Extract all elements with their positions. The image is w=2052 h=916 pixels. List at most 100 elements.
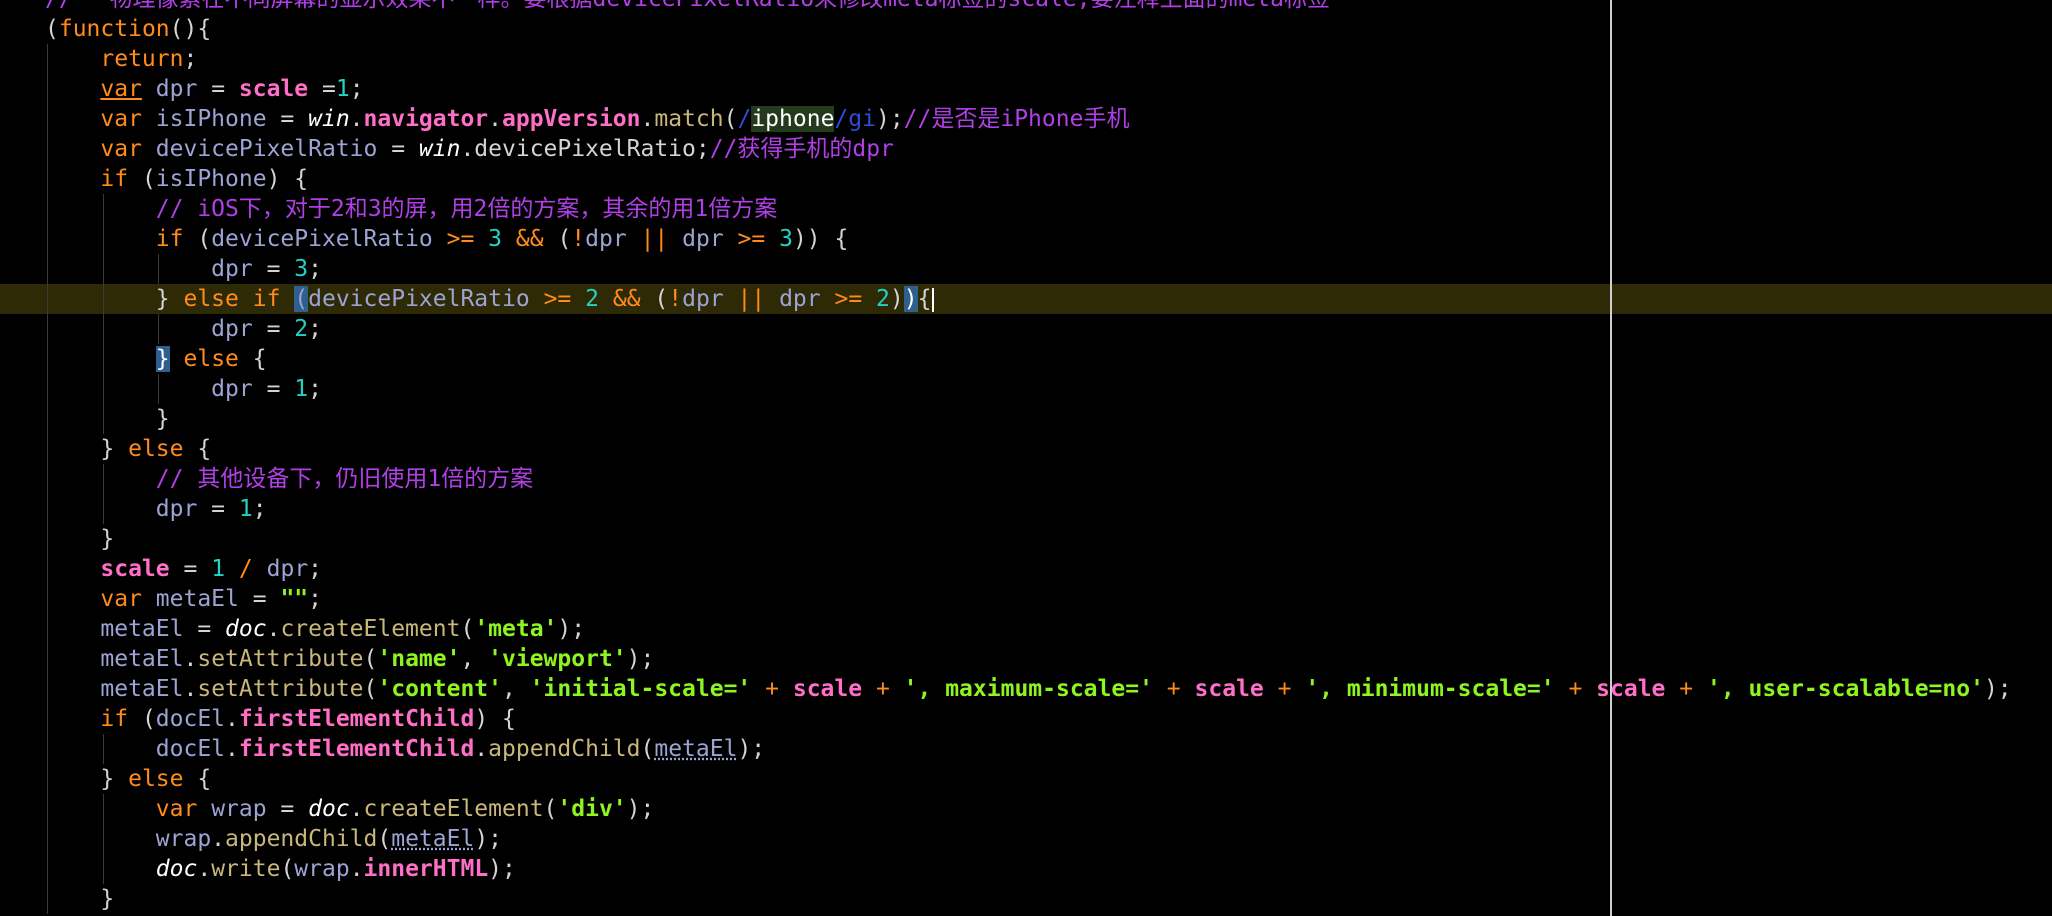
code-line[interactable]: (function(){: [0, 14, 2052, 44]
code-token: dpr: [682, 286, 724, 312]
indent-guide: [47, 44, 48, 74]
code-line[interactable]: dpr = 2;: [0, 314, 2052, 344]
code-token: }: [155, 286, 184, 312]
indentation: [45, 616, 100, 642]
indent-guide: [47, 194, 48, 224]
code-token: 'initial-scale=': [529, 676, 752, 702]
code-line[interactable]: if (devicePixelRatio >= 3 && (!dpr || dp…: [0, 224, 2052, 254]
code-token: );: [474, 826, 503, 852]
code-line[interactable]: // 一物理像素在不同屏幕的显示效果不一样。要根据devicePixelRati…: [0, 0, 2052, 14]
code-line[interactable]: if (docEl.firstElementChild) {: [0, 704, 2052, 734]
code-line[interactable]: var wrap = doc.createElement('div');: [0, 794, 2052, 824]
text-cursor: [932, 287, 935, 312]
code-token: >=: [737, 226, 766, 252]
code-token: devicePixelRatio: [211, 226, 433, 252]
indent-guide: [47, 614, 48, 644]
indentation: [45, 526, 100, 552]
code-line[interactable]: if (isIPhone) {: [0, 164, 2052, 194]
code-line[interactable]: docEl.firstElementChild.appendChild(meta…: [0, 734, 2052, 764]
code-token: 2: [585, 286, 599, 312]
code-token: ): [903, 286, 918, 312]
code-token: &&: [612, 286, 641, 312]
code-token: =: [266, 796, 309, 822]
indent-guide: [102, 254, 104, 284]
indent-guide: [158, 314, 160, 344]
code-token: !: [571, 226, 586, 252]
indent-guide: [102, 464, 104, 494]
code-token: (: [280, 856, 295, 882]
code-token: }: [100, 526, 115, 552]
code-token: metaEl: [391, 826, 475, 852]
indent-guide: [102, 794, 104, 824]
code-token: =: [266, 106, 309, 132]
code-line[interactable]: }: [0, 884, 2052, 914]
code-line[interactable]: var metaEl = "";: [0, 584, 2052, 614]
code-token: 3: [488, 226, 503, 252]
code-line[interactable]: doc.write(wrap.innerHTML);: [0, 854, 2052, 884]
code-token: ', minimum-scale=': [1305, 676, 1555, 702]
indentation: [45, 646, 100, 672]
code-line[interactable]: } else {: [0, 434, 2052, 464]
indentation: [45, 106, 100, 132]
indent-guide: [47, 524, 48, 554]
code-token: (: [294, 286, 309, 312]
code-line[interactable]: // 其他设备下，仍旧使用1倍的方案: [0, 464, 2052, 494]
code-line[interactable]: var devicePixelRatio = win.devicePixelRa…: [0, 134, 2052, 164]
code-token: ): [889, 286, 904, 312]
indentation: [45, 586, 100, 612]
code-token: =: [238, 586, 281, 612]
code-token: +: [1277, 676, 1292, 702]
code-line[interactable]: scale = 1 / dpr;: [0, 554, 2052, 584]
code-line[interactable]: dpr = 1;: [0, 494, 2052, 524]
code-area[interactable]: // 一物理像素在不同屏幕的显示效果不一样。要根据devicePixelRati…: [0, 0, 2052, 914]
code-token: else: [183, 346, 239, 372]
code-token: 'name': [377, 646, 461, 672]
code-token: (){: [169, 16, 212, 42]
code-line[interactable]: metaEl = doc.createElement('meta');: [0, 614, 2052, 644]
code-token: createElement: [363, 796, 544, 822]
code-line[interactable]: } else {: [0, 764, 2052, 794]
code-line[interactable]: dpr = 1;: [0, 374, 2052, 404]
code-line[interactable]: wrap.appendChild(metaEl);: [0, 824, 2052, 854]
code-line[interactable]: var isIPhone = win.navigator.appVersion.…: [0, 104, 2052, 134]
code-token: ;: [349, 76, 364, 102]
code-line[interactable]: } else if (devicePixelRatio >= 2 && (!dp…: [0, 284, 2052, 314]
indent-guide: [102, 404, 104, 434]
code-token: /gi: [834, 106, 876, 132]
code-token: var: [100, 76, 142, 102]
code-token: ', user-scalable=no': [1706, 676, 1984, 702]
code-line[interactable]: metaEl.setAttribute('content', 'initial-…: [0, 674, 2052, 704]
code-token: iphone: [751, 106, 835, 132]
code-token: doc: [308, 796, 350, 822]
code-token: ', maximum-scale=': [903, 676, 1153, 702]
code-line[interactable]: // iOS下，对于2和3的屏，用2倍的方案，其余的用1倍方案: [0, 194, 2052, 224]
code-line[interactable]: metaEl.setAttribute('name', 'viewport');: [0, 644, 2052, 674]
code-line[interactable]: }: [0, 404, 2052, 434]
indent-guide: [102, 374, 104, 404]
code-token: docEl: [155, 706, 226, 732]
code-line[interactable]: } else {: [0, 344, 2052, 374]
code-token: (: [460, 616, 475, 642]
code-line[interactable]: var dpr = scale =1;: [0, 74, 2052, 104]
right-margin-ruler: [1610, 0, 1612, 916]
code-line[interactable]: return;: [0, 44, 2052, 74]
code-token: createElement: [280, 616, 461, 642]
code-token: (: [723, 106, 738, 132]
code-token: // 其他设备下，仍旧使用1倍的方案: [155, 466, 534, 492]
code-token: +: [765, 676, 779, 702]
code-editor[interactable]: // 一物理像素在不同屏幕的显示效果不一样。要根据devicePixelRati…: [0, 0, 2052, 916]
indentation: [45, 346, 156, 372]
code-line[interactable]: dpr = 3;: [0, 254, 2052, 284]
code-line[interactable]: }: [0, 524, 2052, 554]
